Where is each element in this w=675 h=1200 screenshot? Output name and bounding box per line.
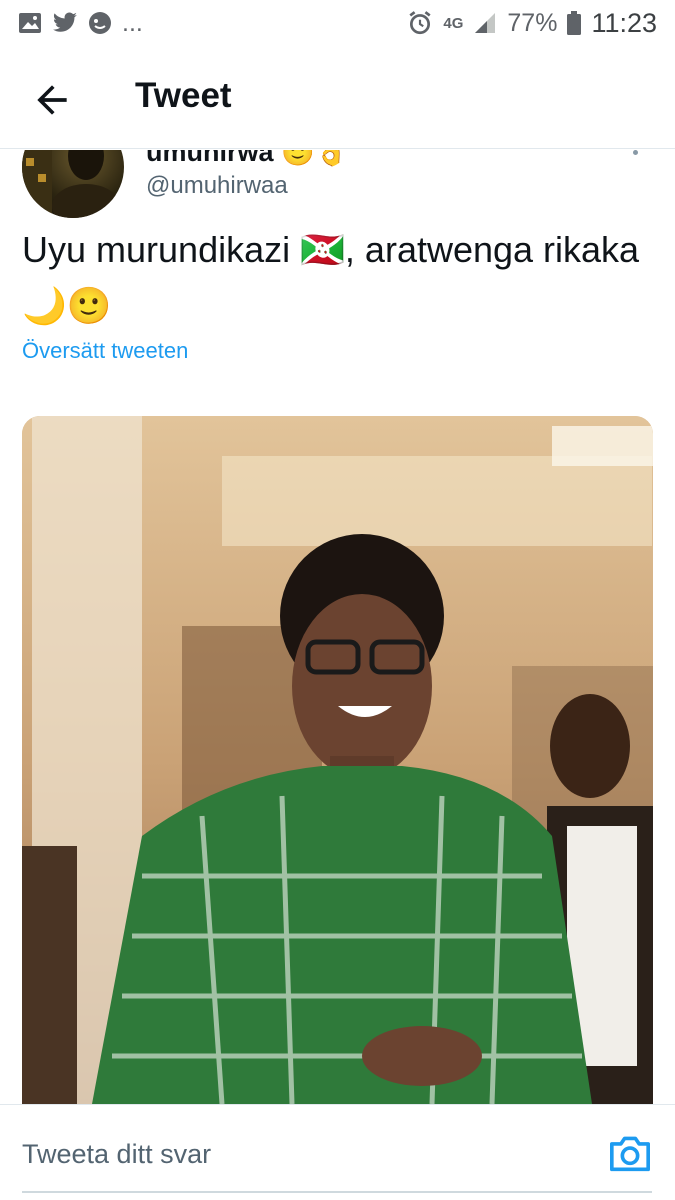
network-type: 4G: [443, 14, 464, 32]
alarm-icon: [409, 11, 431, 35]
status-time: 11:23: [591, 7, 657, 38]
more-options-icon[interactable]: [633, 150, 638, 155]
back-arrow-icon[interactable]: [30, 78, 74, 122]
header-divider: [0, 148, 675, 149]
avatar-art: [22, 150, 120, 218]
reply-bar: Tweeta ditt svar: [0, 1104, 675, 1200]
status-bar: ... 4G 77% 11:23: [0, 0, 675, 46]
battery-icon: [567, 11, 582, 35]
translate-tweet-link[interactable]: Översätt tweeten: [22, 338, 188, 364]
signal-icon: [475, 13, 496, 33]
status-bar-right: 4G 77% 11:23: [407, 8, 657, 39]
status-overflow: ...: [122, 8, 143, 37]
avatar[interactable]: [22, 150, 124, 218]
twitter-bird-icon: [53, 12, 77, 32]
camera-icon[interactable]: [608, 1133, 652, 1173]
author-row: umuhirwa 🙂👌: [0, 150, 675, 230]
status-bar-left: ...: [18, 9, 143, 38]
notification-face-icon: [89, 12, 111, 34]
tweet-photo[interactable]: [22, 416, 653, 1104]
author-handle[interactable]: @umuhirwaa: [146, 172, 288, 200]
battery-percent: 77%: [507, 8, 558, 37]
reply-underline: [22, 1191, 652, 1193]
page-title: Tweet: [135, 76, 232, 115]
app-bar: Tweet: [0, 50, 675, 146]
tweet-text: Uyu murundikazi 🇧🇮, aratwenga rikaka 🌙🙂: [22, 229, 640, 326]
photo-illustration: [22, 416, 653, 1104]
reply-input[interactable]: Tweeta ditt svar: [22, 1139, 211, 1170]
gallery-icon: [19, 13, 41, 33]
author-name[interactable]: umuhirwa 🙂👌: [146, 150, 348, 168]
